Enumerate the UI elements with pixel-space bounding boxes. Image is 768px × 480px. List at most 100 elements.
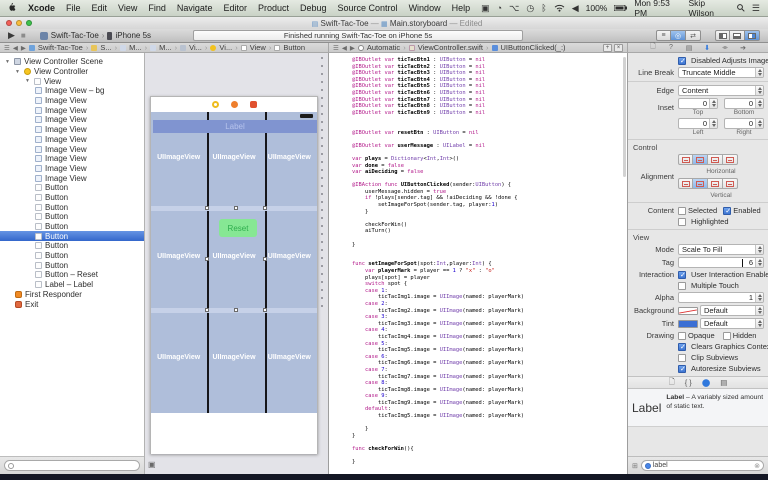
outline-row[interactable]: Button [0, 193, 144, 203]
outline-row[interactable]: Image View [0, 125, 144, 135]
align-fill-button[interactable] [723, 154, 738, 165]
outline-row[interactable]: Button [0, 212, 144, 222]
bluetooth-icon[interactable]: ᛒ [541, 3, 546, 13]
interface-builder-canvas[interactable]: Label UIImageView UIImageView UIImageVie… [145, 53, 329, 474]
menu-window[interactable]: Window [409, 3, 441, 13]
uiimageview-cell[interactable]: UIImageView [206, 154, 261, 161]
connections-inspector-icon[interactable]: ➔ [738, 43, 748, 52]
outline-row[interactable]: ▼ View [0, 76, 144, 86]
menu-help[interactable]: Help [452, 3, 471, 13]
align-middle-button[interactable] [693, 178, 708, 189]
assistant-editor-button[interactable]: ◎ [671, 30, 686, 41]
uiimageview-cell[interactable]: UIImageView [262, 354, 317, 361]
uiimageview-cell[interactable]: UIImageView [151, 354, 206, 361]
mode-dropdown[interactable]: Scale To Fill [678, 244, 764, 255]
version-editor-button[interactable]: ⇄ [686, 30, 701, 41]
volume-icon[interactable]: ◀ [572, 3, 579, 14]
view-controller-dock-icon[interactable] [211, 101, 219, 108]
add-assistant-editor-button[interactable]: + [603, 43, 612, 52]
menu-editor[interactable]: Editor [223, 3, 247, 13]
selected-checkbox[interactable] [678, 206, 686, 215]
outline-row[interactable]: Image View [0, 105, 144, 115]
outline-filter-field[interactable] [4, 460, 140, 471]
outline-row[interactable]: Image View – bg [0, 86, 144, 96]
tint-dropdown[interactable]: Default [700, 318, 764, 329]
time-machine-icon[interactable]: ◷ [526, 3, 534, 14]
inset-top-field[interactable]: 0 [678, 98, 718, 109]
tint-color-swatch[interactable] [678, 319, 698, 328]
file-inspector-icon[interactable]: 🗋 [648, 43, 658, 52]
outline-row[interactable]: Button [0, 231, 144, 242]
outline-row[interactable]: Image View [0, 135, 144, 145]
outline-row[interactable]: Button [0, 202, 144, 212]
selection-handle[interactable] [205, 206, 209, 210]
outline-toggle-icon[interactable]: ▣ [148, 460, 156, 469]
first-responder-dock-icon[interactable] [230, 101, 238, 108]
background-dropdown[interactable]: Default [700, 305, 764, 316]
edge-dropdown[interactable]: Content [678, 85, 764, 96]
selection-handle[interactable] [234, 206, 238, 210]
background-color-swatch[interactable] [678, 306, 698, 315]
grid-view-icon[interactable]: ⊞ [632, 462, 638, 470]
media-library-icon[interactable]: ▤ [720, 378, 727, 387]
outline-row[interactable]: ▼ View Controller [0, 67, 144, 77]
uiimageview-cell[interactable]: UIImageView [151, 154, 206, 161]
quick-help-inspector-icon[interactable]: ? [666, 43, 676, 52]
disclosure-triangle-icon[interactable]: ▼ [25, 78, 31, 84]
line-break-dropdown[interactable]: Truncate Middle [678, 67, 764, 78]
disclosure-triangle-icon[interactable]: ▼ [5, 59, 11, 65]
autoresize-subviews-checkbox[interactable] [678, 364, 686, 373]
standard-editor-button[interactable]: ≡ [656, 30, 671, 41]
view-controller-canvas[interactable]: Label UIImageView UIImageView UIImageVie… [150, 96, 318, 454]
selection-handle[interactable] [205, 308, 209, 312]
close-window-button[interactable] [6, 20, 12, 26]
identity-inspector-icon[interactable]: ▤ [684, 43, 694, 52]
display-icon[interactable]: ▣ [481, 3, 490, 14]
branch-icon[interactable]: ⌥ [509, 3, 519, 14]
stepper-icon[interactable] [755, 119, 763, 128]
outline-row[interactable]: Button [0, 251, 144, 261]
menubar-clock[interactable]: Mon 9:53 PM [634, 0, 681, 18]
minimize-window-button[interactable] [16, 20, 22, 26]
uiimageview-cell[interactable]: UIImageView [206, 253, 261, 260]
outline-row[interactable]: Exit [0, 299, 144, 309]
inset-right-field[interactable]: 0 [724, 118, 764, 129]
enabled-checkbox[interactable] [723, 206, 732, 215]
code-snippet-library-icon[interactable]: { } [685, 378, 692, 387]
outline-row[interactable]: Image View [0, 96, 144, 106]
align-bottom-button[interactable] [708, 178, 723, 189]
disabled-adjusts-image-checkbox[interactable] [678, 56, 686, 65]
library-filter-field[interactable]: label ⊗ [640, 460, 764, 471]
user-menu[interactable]: Skip Wilson [689, 0, 730, 18]
disclosure-triangle-icon[interactable]: ▼ [15, 69, 21, 75]
back-button[interactable]: ◀ [342, 44, 347, 52]
opaque-checkbox[interactable] [678, 331, 686, 340]
inset-left-field[interactable]: 0 [678, 118, 718, 129]
multiple-touch-checkbox[interactable] [678, 281, 686, 290]
apple-menu-icon[interactable] [8, 2, 17, 15]
code-area[interactable]: @IBOutlet var ticTacBtn1 : UIButton = ni… [339, 57, 621, 466]
outline-row[interactable]: Image View [0, 115, 144, 125]
menu-xcode[interactable]: Xcode [28, 3, 55, 13]
uiimageview-cell[interactable]: UIImageView [151, 253, 206, 260]
toggle-debug-area-button[interactable] [730, 30, 745, 41]
outline-row[interactable]: Button [0, 183, 144, 193]
outline-row[interactable]: Button – Reset [0, 270, 144, 280]
assistant-code-editor[interactable]: @IBOutlet var ticTacBtn1 : UIButton = ni… [329, 53, 628, 474]
outline-row[interactable]: First Responder [0, 290, 144, 300]
stepper-icon[interactable] [709, 99, 717, 108]
menu-source-control[interactable]: Source Control [338, 3, 398, 13]
size-inspector-icon[interactable]: ⌯ [720, 43, 730, 52]
stepper-icon[interactable] [755, 293, 763, 302]
attributes-inspector-icon[interactable]: ⬇ [702, 43, 712, 52]
align-right-button[interactable] [708, 154, 723, 165]
align-center-button[interactable] [693, 154, 708, 165]
menu-file[interactable]: File [66, 3, 81, 13]
outline-row[interactable]: ▼ View Controller Scene [0, 57, 144, 67]
file-template-library-icon[interactable]: 🗋 [669, 376, 675, 389]
wifi-icon[interactable] [554, 4, 565, 12]
alpha-field[interactable]: 1 [678, 292, 764, 303]
outline-row[interactable]: Image View [0, 164, 144, 174]
sync-icon[interactable]: ◔ [497, 3, 502, 13]
related-items-icon[interactable]: ☰ [4, 44, 10, 52]
